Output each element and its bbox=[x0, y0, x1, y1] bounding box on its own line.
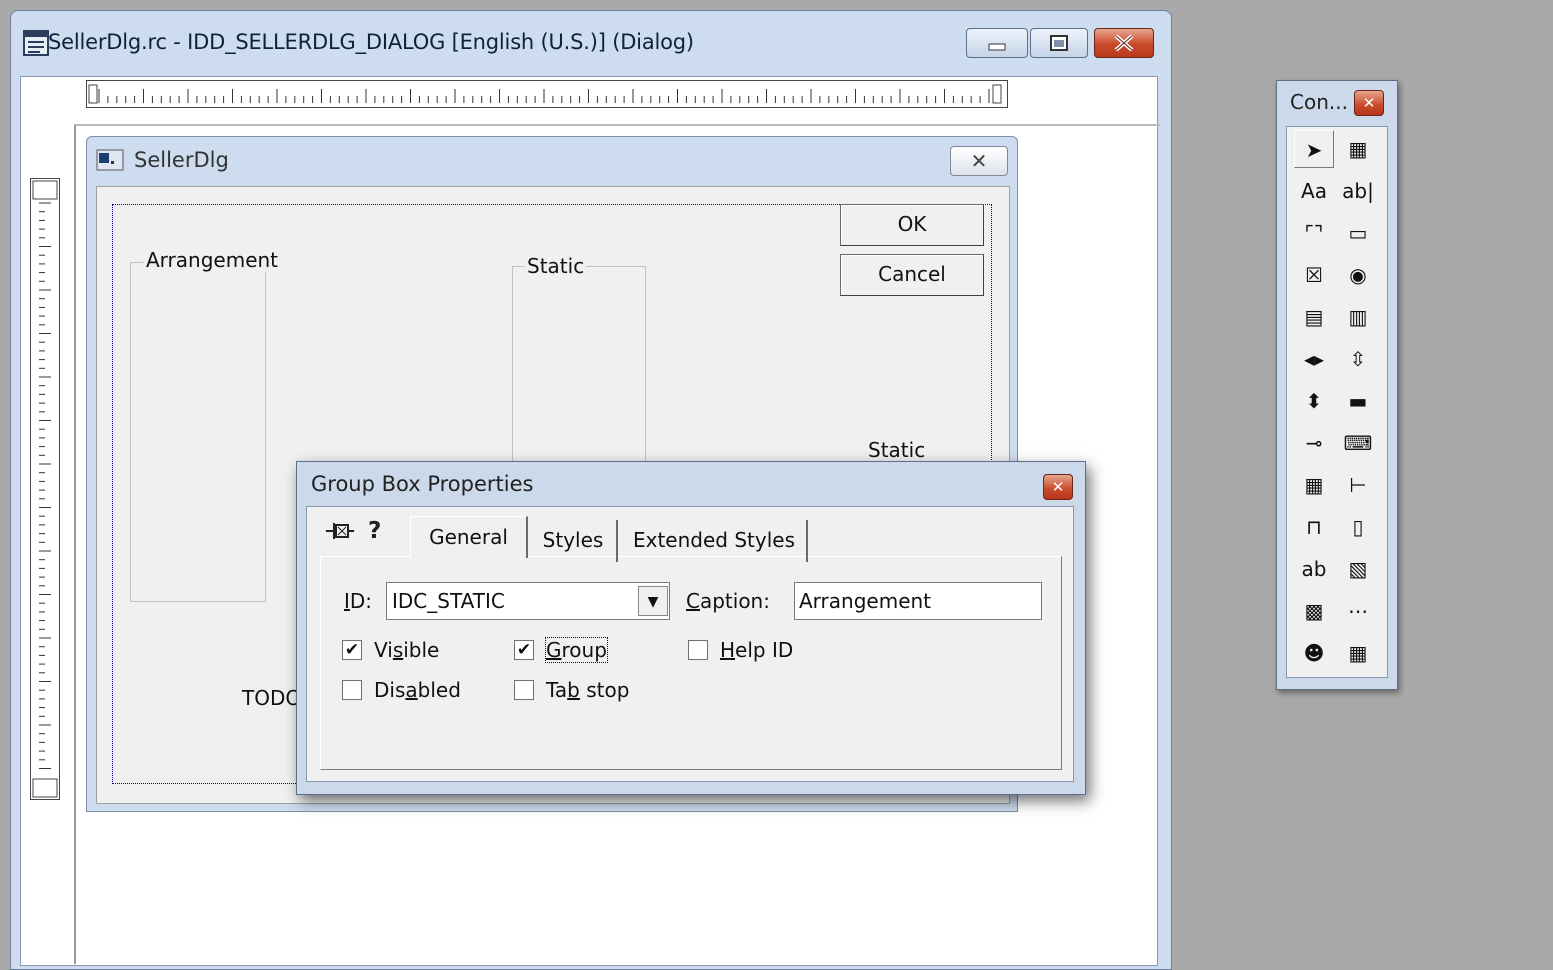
close-icon: ✕ bbox=[1362, 94, 1376, 112]
pushpin-icon[interactable] bbox=[324, 518, 358, 549]
edit-control-tool-icon[interactable]: ab| bbox=[1338, 172, 1378, 210]
list-box-tool-icon[interactable]: ▥ bbox=[1338, 298, 1378, 336]
tab-control-tool-icon[interactable]: ⊓ bbox=[1294, 508, 1334, 546]
vertical-ruler[interactable] bbox=[30, 178, 60, 800]
id-label: ID: bbox=[344, 589, 373, 613]
group-checkbox[interactable]: ✔ bbox=[514, 640, 534, 660]
close-icon: ✕ bbox=[970, 149, 988, 173]
slider-control-tool-icon[interactable]: ⊸ bbox=[1294, 424, 1334, 462]
close-icon bbox=[1114, 34, 1134, 52]
rich-edit-tool-icon[interactable]: ab bbox=[1294, 550, 1334, 588]
toolbox-close-button[interactable]: ✕ bbox=[1354, 90, 1384, 116]
button-tool-icon[interactable]: ▭ bbox=[1338, 214, 1378, 252]
tree-control-tool-icon[interactable]: ⊢ bbox=[1338, 466, 1378, 504]
minimize-button[interactable] bbox=[966, 28, 1028, 58]
minimize-icon bbox=[988, 43, 1006, 51]
horizontal-ruler[interactable] bbox=[86, 80, 1008, 108]
tab-extended-styles[interactable]: Extended Styles bbox=[622, 520, 808, 562]
dialog-app-icon bbox=[96, 148, 126, 172]
tab-stop-checkbox-label[interactable]: Tab stop bbox=[546, 678, 629, 702]
progress-control-tool-icon[interactable]: ▬ bbox=[1338, 382, 1378, 420]
id-combo-value: IDC_STATIC bbox=[392, 589, 505, 613]
caption-input-value: Arrangement bbox=[799, 589, 932, 613]
window-title: SellerDlg.rc - IDD_SELLERDLG_DIALOG [Eng… bbox=[48, 30, 694, 54]
tab-general[interactable]: General bbox=[410, 516, 528, 558]
group-checkbox-label[interactable]: Group bbox=[545, 637, 608, 663]
resource-file-icon bbox=[22, 28, 50, 58]
picture-control-tool-icon[interactable]: ▦ bbox=[1338, 130, 1378, 168]
properties-title: Group Box Properties bbox=[311, 472, 534, 496]
custom-control-tool-icon[interactable]: ☻ bbox=[1294, 634, 1334, 672]
designed-dialog-close-button[interactable]: ✕ bbox=[950, 146, 1008, 176]
tab-stop-checkbox[interactable] bbox=[514, 680, 534, 700]
static-text-tool-icon[interactable]: Aa bbox=[1294, 172, 1334, 210]
list-control-tool-icon[interactable]: ▦ bbox=[1294, 466, 1334, 504]
combo-box-tool-icon[interactable]: ▤ bbox=[1294, 298, 1334, 336]
id-dropdown-button[interactable]: ▼ bbox=[638, 586, 668, 616]
designed-dialog-title: SellerDlg bbox=[134, 148, 229, 172]
horizontal-scrollbar-tool-icon[interactable]: ◂▸ bbox=[1294, 340, 1334, 378]
disabled-checkbox[interactable] bbox=[342, 680, 362, 700]
toolbox-title: Con... bbox=[1290, 90, 1348, 114]
todo-static-text[interactable]: TODO bbox=[242, 686, 301, 710]
radio-button-tool-icon[interactable]: ◉ bbox=[1338, 256, 1378, 294]
month-calendar-tool-icon[interactable]: ▩ bbox=[1294, 592, 1334, 630]
ruler-ticks bbox=[32, 180, 58, 798]
vertical-scrollbar-tool-icon[interactable]: ⇳ bbox=[1338, 340, 1378, 378]
chevron-down-icon: ▼ bbox=[647, 594, 659, 610]
maximize-button[interactable] bbox=[1030, 28, 1088, 58]
window-close-button[interactable] bbox=[1094, 28, 1154, 58]
maximize-icon bbox=[1050, 35, 1068, 51]
visible-checkbox[interactable]: ✔ bbox=[342, 640, 362, 660]
animation-control-tool-icon[interactable]: ▯ bbox=[1338, 508, 1378, 546]
cancel-button[interactable]: Cancel bbox=[840, 254, 984, 296]
close-icon: ✕ bbox=[1051, 478, 1065, 496]
check-box-tool-icon[interactable]: ☒ bbox=[1294, 256, 1334, 294]
static-group-label: Static bbox=[525, 254, 587, 278]
spin-control-tool-icon[interactable]: ⬍ bbox=[1294, 382, 1334, 420]
group-box-tool-icon[interactable]: ⌜⌝ bbox=[1294, 214, 1334, 252]
visible-checkbox-label[interactable]: Visible bbox=[374, 638, 439, 662]
help-id-checkbox-label[interactable]: Help ID bbox=[720, 638, 793, 662]
hot-key-tool-icon[interactable]: ⌨ bbox=[1338, 424, 1378, 462]
tab-styles[interactable]: Styles bbox=[530, 520, 618, 562]
ip-address-tool-icon[interactable]: ⋯ bbox=[1338, 592, 1378, 630]
help-id-checkbox[interactable] bbox=[688, 640, 708, 660]
ok-button[interactable]: OK bbox=[840, 204, 984, 246]
static-text-control[interactable]: Static bbox=[868, 438, 925, 462]
caption-label: Caption: bbox=[686, 589, 770, 613]
properties-close-button[interactable]: ✕ bbox=[1043, 474, 1073, 500]
arrangement-group-box[interactable] bbox=[130, 262, 266, 602]
arrangement-group-label: Arrangement bbox=[144, 248, 281, 272]
pointer-tool-icon[interactable]: ➤ bbox=[1294, 130, 1334, 168]
ruler-ticks bbox=[88, 84, 1002, 104]
date-time-picker-tool-icon[interactable]: ▧ bbox=[1338, 550, 1378, 588]
disabled-checkbox-label[interactable]: Disabled bbox=[374, 678, 461, 702]
help-question-icon[interactable]: ? bbox=[368, 518, 381, 544]
extended-combo-tool-icon[interactable]: ▦ bbox=[1338, 634, 1378, 672]
